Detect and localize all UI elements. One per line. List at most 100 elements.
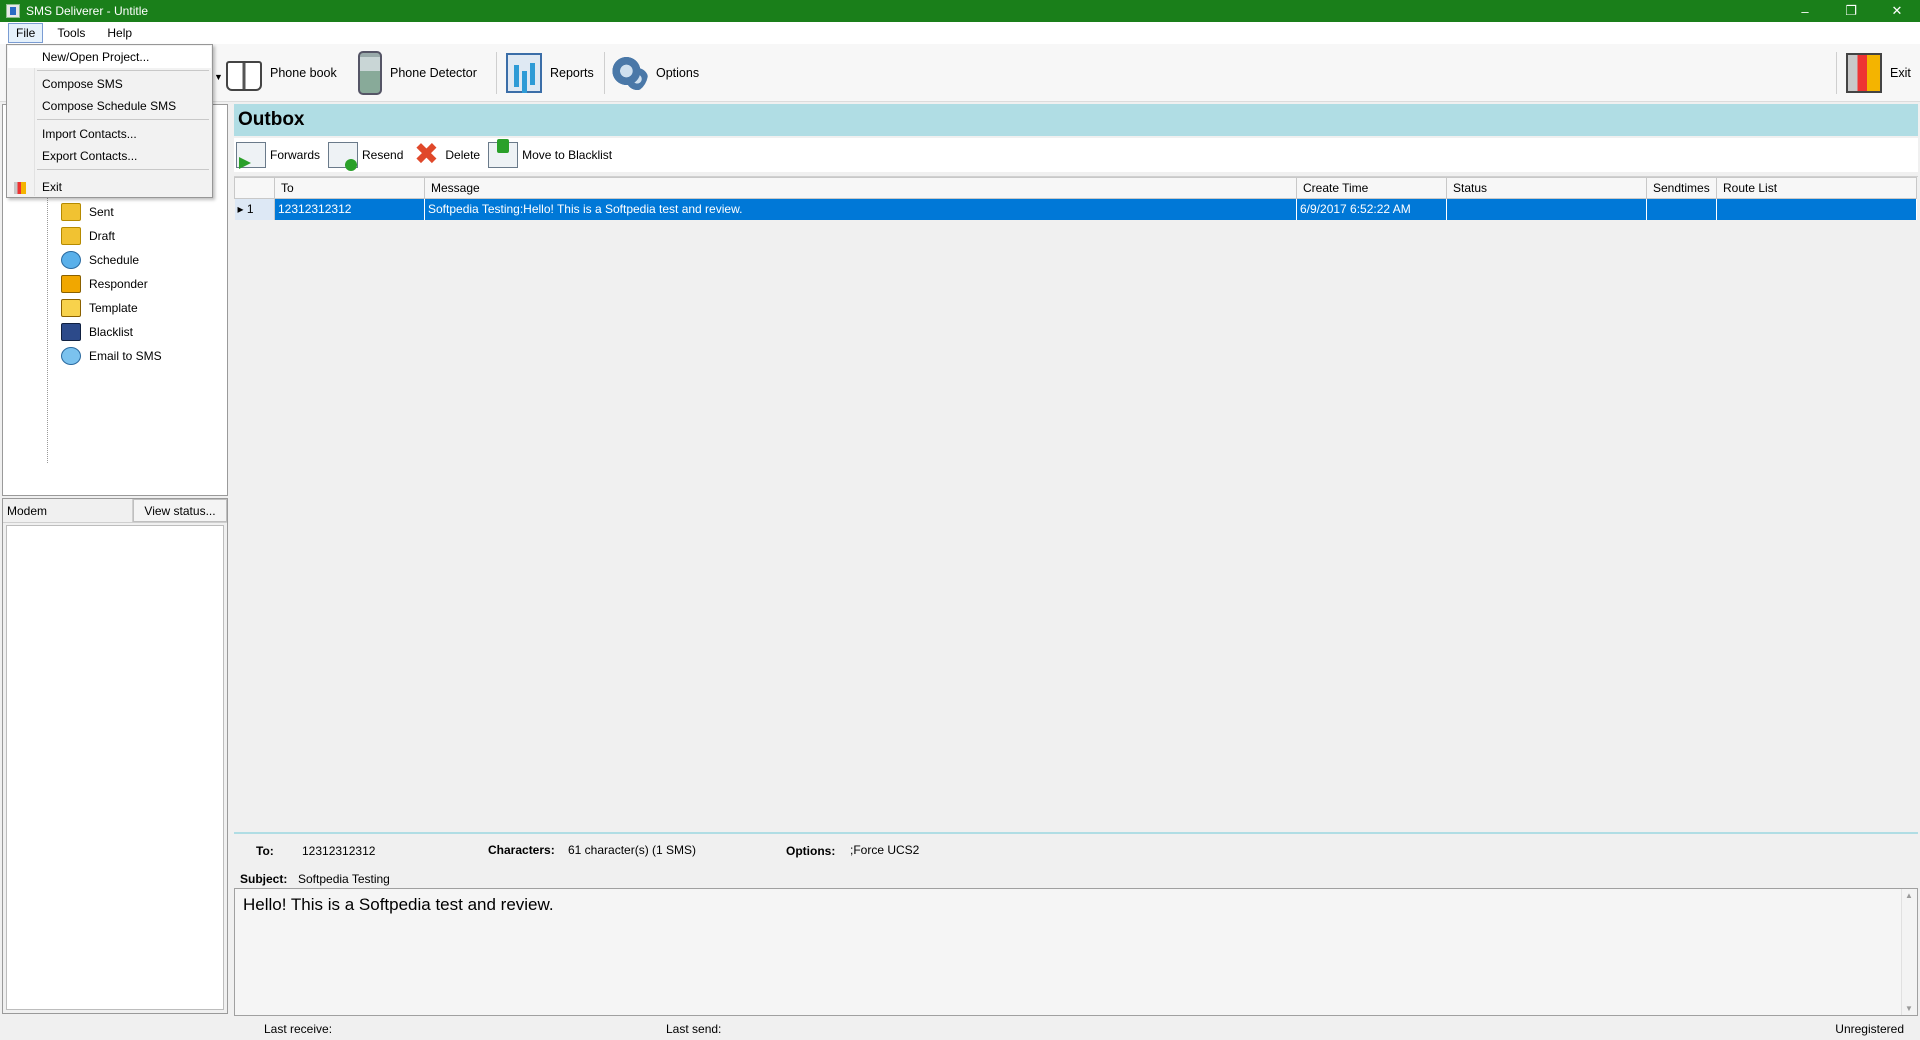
window-title: SMS Deliverer - Untitle — [26, 4, 149, 18]
characters-label: Characters: — [488, 843, 555, 857]
phonebook-label: Phone book — [270, 66, 337, 80]
toolbar-separator — [496, 52, 497, 94]
modem-panel: Modem View status... — [2, 498, 228, 1014]
cell-sendtimes[interactable] — [1646, 198, 1717, 220]
cell-message[interactable]: Softpedia Testing:Hello! This is a Softp… — [424, 198, 1297, 220]
cell-create-time[interactable]: 6/9/2017 6:52:22 AM — [1296, 198, 1447, 220]
sent-folder-icon — [61, 203, 81, 221]
menu-item-compose-schedule-sms[interactable]: Compose Schedule SMS — [8, 95, 211, 117]
phone-detector-label: Phone Detector — [390, 66, 477, 80]
options-label: Options — [656, 66, 700, 80]
menu-item-exit[interactable]: Exit — [8, 176, 211, 198]
menu-item-new-open-project[interactable]: New/Open Project... — [8, 46, 211, 68]
column-header-to[interactable]: To — [274, 177, 425, 199]
to-label: To: — [256, 844, 274, 858]
tree-item-schedule[interactable]: Schedule — [61, 249, 139, 271]
tree-item-responder[interactable]: Responder — [61, 273, 148, 295]
table-row[interactable]: ▸ 1 12312312312 Softpedia Testing:Hello!… — [234, 198, 1917, 220]
message-body-scrollbar[interactable] — [1901, 889, 1917, 1015]
message-table: To Message Create Time Status Sendtimes … — [234, 177, 1917, 220]
book-icon — [226, 61, 262, 91]
modem-column-header[interactable]: Modem — [3, 499, 133, 522]
toolbar-separator — [604, 52, 605, 94]
outbox-actions: Forwards Resend ✖ Delete Move to Blackli… — [234, 138, 1918, 172]
delete-button[interactable]: ✖ Delete — [411, 138, 481, 171]
file-menu-dropdown: New/Open Project... Compose SMS Compose … — [6, 44, 213, 198]
delete-label: Delete — [445, 148, 481, 162]
draft-folder-icon — [61, 227, 81, 245]
menu-separator — [37, 70, 209, 71]
message-body[interactable]: Hello! This is a Softpedia test and revi… — [234, 888, 1918, 1016]
phonebook-button[interactable]: Phone book — [226, 50, 337, 96]
tree-item-label: Blacklist — [89, 325, 134, 339]
tree-item-label: Email to SMS — [89, 349, 162, 363]
last-send-label: Last send: — [666, 1022, 722, 1036]
tree-item-draft[interactable]: Draft — [61, 225, 115, 247]
menu-help[interactable]: Help — [99, 23, 140, 43]
forwards-button[interactable]: Forwards — [236, 142, 321, 169]
tree-item-sent[interactable]: Sent — [61, 201, 114, 223]
tree-lines — [47, 173, 61, 463]
reports-button[interactable]: Reports — [506, 50, 594, 96]
menu-item-export-contacts[interactable]: Export Contacts... — [8, 145, 211, 167]
menu-gutter — [34, 46, 35, 196]
resend-label: Resend — [362, 148, 404, 162]
bar-chart-icon — [506, 53, 542, 93]
cell-status[interactable] — [1446, 198, 1647, 220]
column-header-route-list[interactable]: Route List — [1716, 177, 1917, 199]
dropdown-arrow-icon[interactable]: ▼ — [214, 72, 223, 82]
tree-item-template[interactable]: Template — [61, 297, 138, 319]
subject-value: Softpedia Testing — [298, 872, 390, 886]
exit-door-icon — [1846, 53, 1882, 93]
title-bar: SMS Deliverer - Untitle – ❐ ✕ — [0, 0, 1920, 22]
column-header-status[interactable]: Status — [1446, 177, 1647, 199]
cell-route-list[interactable] — [1716, 198, 1917, 220]
phone-detector-button[interactable]: Phone Detector — [358, 50, 477, 96]
options-button[interactable]: Options — [612, 50, 699, 96]
move-to-blacklist-label: Move to Blacklist — [522, 148, 613, 162]
options-value: ;Force UCS2 — [850, 843, 920, 857]
tree-item-label: Schedule — [89, 253, 140, 267]
cell-to[interactable]: 12312312312 — [274, 198, 425, 220]
resend-button[interactable]: Resend — [328, 142, 404, 171]
resend-envelope-icon — [328, 142, 359, 171]
menu-bar: File Tools Help — [0, 22, 1920, 44]
view-status-button[interactable]: View status... — [133, 499, 227, 522]
message-details: To: 12312312312 Characters: 61 character… — [234, 832, 1918, 886]
tree-item-blacklist[interactable]: Blacklist — [61, 321, 133, 343]
delete-x-icon: ✖ — [413, 138, 439, 171]
toolbar-separator — [1836, 52, 1837, 94]
row-index: 1 — [246, 202, 254, 217]
options-label: Options: — [786, 844, 836, 858]
clipboard-icon — [61, 299, 81, 317]
outbox-grid[interactable]: To Message Create Time Status Sendtimes … — [234, 176, 1918, 830]
menu-item-import-contacts[interactable]: Import Contacts... — [8, 123, 211, 145]
move-to-blacklist-button[interactable]: Move to Blacklist — [488, 139, 613, 168]
last-receive-label: Last receive: — [264, 1022, 333, 1036]
app-icon — [6, 4, 20, 18]
close-button[interactable]: ✕ — [1874, 0, 1920, 22]
column-header-sendtimes[interactable]: Sendtimes — [1646, 177, 1717, 199]
minimize-button[interactable]: – — [1782, 0, 1828, 22]
menu-file[interactable]: File — [8, 23, 44, 43]
forwards-label: Forwards — [270, 148, 321, 162]
restore-button[interactable]: ❐ — [1828, 0, 1874, 22]
exit-button[interactable]: Exit — [1846, 50, 1911, 96]
tree-item-label: Template — [89, 301, 138, 315]
column-header-message[interactable]: Message — [424, 177, 1297, 199]
menu-separator — [37, 119, 209, 120]
gears-icon — [612, 53, 648, 93]
tree-item-label: Draft — [89, 229, 116, 243]
tree-item-label: Responder — [89, 277, 148, 291]
mobile-phone-icon — [358, 51, 382, 95]
menu-item-compose-sms[interactable]: Compose SMS — [8, 73, 211, 95]
modem-list[interactable] — [6, 525, 224, 1010]
menu-tools[interactable]: Tools — [49, 23, 93, 43]
blacklist-envelope-icon — [488, 139, 519, 168]
characters-value: 61 character(s) (1 SMS) — [568, 843, 697, 857]
status-bar: Last receive: Last send: Unregistered — [0, 1018, 1920, 1040]
tree-item-email-to-sms[interactable]: Email to SMS — [61, 345, 162, 367]
responder-icon — [61, 275, 81, 293]
menu-separator — [37, 169, 209, 170]
column-header-create-time[interactable]: Create Time — [1296, 177, 1447, 199]
